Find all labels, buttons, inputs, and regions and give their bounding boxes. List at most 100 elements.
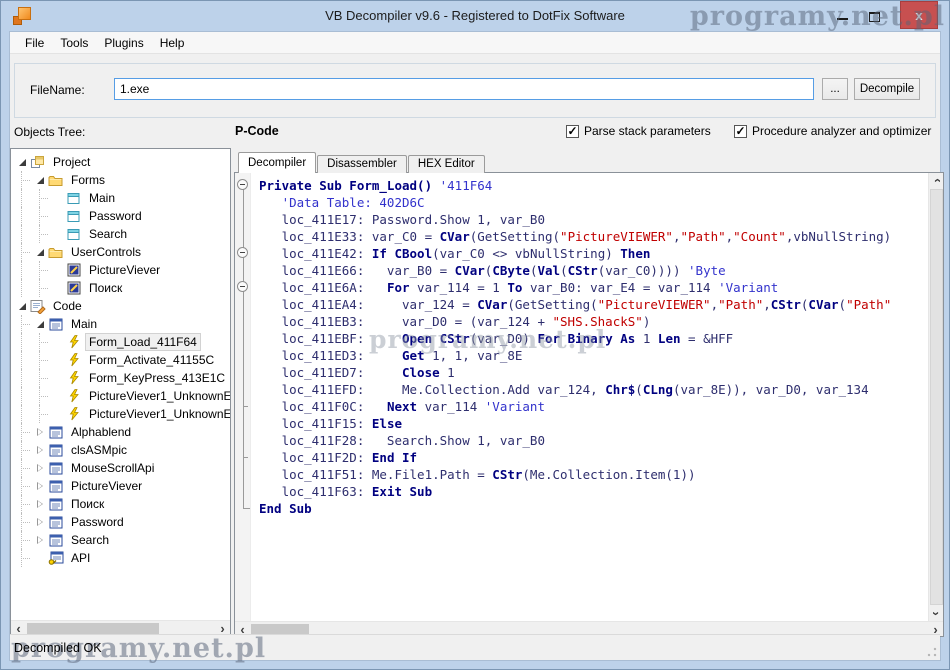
- tree-guide-line: [39, 216, 48, 217]
- tree-item-label: PictureViever: [67, 477, 146, 495]
- checkbox-box[interactable]: ✓: [734, 125, 747, 138]
- module-icon: [47, 515, 64, 530]
- tree-guide-line: [21, 405, 22, 423]
- client-area: FileToolsPluginsHelp FileName: ... Decom…: [9, 31, 941, 661]
- no-arrow: [51, 407, 65, 421]
- tree-item-label: Code: [49, 297, 86, 315]
- no-arrow: [51, 209, 65, 223]
- code-line: loc_411EBF: Open CStr(var_D0) For Binary…: [259, 330, 733, 347]
- filename-input[interactable]: [114, 78, 814, 100]
- tree-item-main[interactable]: Main: [11, 315, 230, 333]
- code-line: loc_411F51: Me.File1.Path = CStr(Me.Coll…: [259, 466, 696, 483]
- collapsed-arrow-icon[interactable]: [33, 461, 47, 475]
- maximize-button[interactable]: [863, 10, 885, 24]
- proc-icon: [65, 371, 82, 386]
- collapsed-arrow-icon[interactable]: [33, 479, 47, 493]
- tab-decompiler[interactable]: Decompiler: [238, 152, 316, 173]
- checkbox-procedure-analyzer[interactable]: ✓ Procedure analyzer and optimizer: [734, 124, 931, 138]
- tree-guide-line: [39, 378, 48, 379]
- tab-hex-editor[interactable]: HEX Editor: [408, 155, 485, 173]
- module-icon: [47, 461, 64, 476]
- tab-disassembler[interactable]: Disassembler: [317, 155, 407, 173]
- checkbox-box[interactable]: ✓: [566, 125, 579, 138]
- titlebar: VB Decompiler v9.6 - Registered to DotFi…: [1, 1, 949, 31]
- browse-button[interactable]: ...: [822, 78, 848, 100]
- close-button[interactable]: x: [900, 1, 938, 29]
- tree-item-password[interactable]: Password: [11, 207, 230, 225]
- tree-item-search[interactable]: Search: [11, 531, 230, 549]
- collapsed-arrow-icon[interactable]: [33, 515, 47, 529]
- checkbox-parse-stack-parameters[interactable]: ✓Parse stack parameters: [566, 124, 711, 138]
- menu-item-tools[interactable]: Tools: [52, 32, 96, 53]
- no-arrow: [51, 281, 65, 295]
- tree-guide-line: [21, 333, 22, 351]
- tree-item-label: MouseScrollApi: [67, 459, 158, 477]
- tree-item-usercontrols[interactable]: UserControls: [11, 243, 230, 261]
- tree-item-api[interactable]: API: [11, 549, 230, 567]
- scroll-thumb[interactable]: [930, 189, 943, 605]
- tree-item-поиск[interactable]: Поиск: [11, 279, 230, 297]
- collapsed-arrow-icon[interactable]: [33, 533, 47, 547]
- tree-item-main[interactable]: Main: [11, 189, 230, 207]
- tree-item-label: API: [67, 549, 94, 567]
- resize-grip[interactable]: [927, 647, 937, 657]
- code-line: loc_411E42: If CBool(var_C0 <> vbNullStr…: [259, 245, 650, 262]
- tree-item-form-activate-41155c[interactable]: Form_Activate_41155C: [11, 351, 230, 369]
- tree-guide-line: [21, 252, 30, 253]
- tree-item-password[interactable]: Password: [11, 513, 230, 531]
- collapsed-arrow-icon[interactable]: [33, 425, 47, 439]
- tree-item-label: Project: [49, 153, 94, 171]
- tree-item-pictureviever[interactable]: PictureViever: [11, 261, 230, 279]
- tree-item-code[interactable]: Code: [11, 297, 230, 315]
- scroll-thumb[interactable]: [27, 623, 159, 634]
- tree-item-project[interactable]: Project: [11, 153, 230, 171]
- tree-item-search[interactable]: Search: [11, 225, 230, 243]
- tree-item-поиск[interactable]: Поиск: [11, 495, 230, 513]
- fold-collapse-button[interactable]: [237, 281, 248, 292]
- code-line: loc_411E17: Password.Show 1, var_B0: [259, 211, 545, 228]
- code-editor[interactable]: Private Sub Form_Load() '411F64 'Data Ta…: [234, 172, 944, 637]
- tree-item-pictureviever1-unknowne[interactable]: PictureViever1_UnknownE: [11, 405, 230, 423]
- minimize-button[interactable]: [831, 15, 853, 23]
- expanded-arrow-icon[interactable]: [15, 155, 29, 169]
- fold-collapse-button[interactable]: [237, 179, 248, 190]
- tree-guide-line: [39, 414, 48, 415]
- expanded-arrow-icon[interactable]: [33, 173, 47, 187]
- tree-guide-line: [21, 207, 22, 225]
- close-icon: x: [915, 8, 922, 23]
- tree-item-forms[interactable]: Forms: [11, 171, 230, 189]
- menu-item-help[interactable]: Help: [152, 32, 193, 53]
- fold-end-mark: [243, 457, 248, 458]
- collapsed-arrow-icon[interactable]: [33, 443, 47, 457]
- tree-item-pictureviever1-unknowne[interactable]: PictureViever1_UnknownE: [11, 387, 230, 405]
- expanded-arrow-icon[interactable]: [33, 317, 47, 331]
- tree-item-form-load-411f64[interactable]: Form_Load_411F64: [11, 333, 230, 351]
- code-vertical-scrollbar[interactable]: › ›: [928, 173, 943, 621]
- tree-item-mousescrollapi[interactable]: MouseScrollApi: [11, 459, 230, 477]
- menu-item-plugins[interactable]: Plugins: [96, 32, 151, 53]
- tree-item-alphablend[interactable]: Alphablend: [11, 423, 230, 441]
- no-arrow: [51, 191, 65, 205]
- tree-item-form-keypress-413e1c[interactable]: Form_KeyPress_413E1C: [11, 369, 230, 387]
- collapsed-arrow-icon[interactable]: [33, 497, 47, 511]
- tree-item-clsasmpic[interactable]: clsASMpic: [11, 441, 230, 459]
- menu-item-file[interactable]: File: [17, 32, 52, 53]
- tree-item-label: Password: [85, 207, 146, 225]
- expanded-arrow-icon[interactable]: [15, 299, 29, 313]
- scroll-down-button[interactable]: ›: [929, 606, 944, 621]
- expanded-arrow-icon[interactable]: [33, 245, 47, 259]
- fold-collapse-button[interactable]: [237, 247, 248, 258]
- decompile-button[interactable]: Decompile: [854, 78, 920, 100]
- tree-guide-line: [21, 468, 30, 469]
- tree-item-pictureviever[interactable]: PictureViever: [11, 477, 230, 495]
- tree-guide-line: [39, 234, 48, 235]
- tree-guide-line: [21, 351, 22, 369]
- tree-item-label: Forms: [67, 171, 109, 189]
- tree-item-label: Поиск: [67, 495, 108, 513]
- tree-item-label: Поиск: [85, 279, 126, 297]
- tree-guide-line: [39, 198, 48, 199]
- checkbox-label: Procedure analyzer and optimizer: [752, 124, 931, 138]
- scroll-up-button[interactable]: ›: [929, 173, 944, 188]
- tree-guide-line: [21, 540, 30, 541]
- tree-horizontal-scrollbar[interactable]: ‹ ›: [11, 620, 230, 635]
